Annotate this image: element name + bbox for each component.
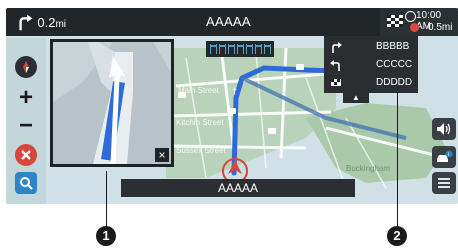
distance-remaining-icon	[410, 23, 419, 32]
cancel-route-button[interactable]	[15, 144, 37, 166]
turn-list-item-label: BBBBB	[376, 41, 410, 52]
lane-icon	[263, 44, 271, 54]
search-button[interactable]	[15, 172, 37, 194]
zoom-in-button[interactable]: +	[15, 86, 37, 110]
turn-list-item-label: DDDDD	[376, 77, 413, 88]
turn-right-icon	[19, 14, 33, 31]
lane-guidance	[206, 41, 274, 57]
callout-marker: 2	[387, 226, 407, 246]
destination-flag-icon	[387, 15, 403, 27]
callout-leader-line	[106, 171, 107, 228]
plus-icon: +	[18, 84, 33, 111]
destination-flag-icon	[331, 79, 341, 86]
compass-button[interactable]	[15, 56, 37, 78]
next-turn[interactable]: 0.2mi	[6, 8, 66, 36]
navigation-screen: † Main Street Kitchin Street Sussex Stre…	[6, 8, 458, 204]
zoom-out-button[interactable]: −	[15, 114, 37, 138]
junction-illustration	[53, 42, 171, 164]
lane-icon	[227, 44, 235, 54]
map-label-street-a: Main Street	[178, 86, 219, 95]
car-info-icon: i	[437, 150, 453, 162]
callout-marker: 1	[96, 226, 116, 246]
eta-distance: 0.5mi	[428, 22, 453, 33]
lane-icon	[218, 44, 226, 54]
map-label-street-c: Sussex Street	[176, 146, 226, 155]
search-icon	[20, 177, 33, 190]
svg-text:†: †	[232, 86, 237, 96]
turn-list-item[interactable]: BBBBB	[324, 38, 418, 56]
voice-volume-button[interactable]	[432, 118, 456, 140]
lane-icon	[209, 44, 217, 54]
map-label-street-b: Kitchin Street	[176, 118, 224, 127]
turn-list-item-label: CCCCC	[376, 59, 413, 70]
turn-list-item[interactable]: CCCCC	[324, 56, 418, 74]
clock-icon	[405, 11, 416, 22]
current-street-bar: AAAAA	[121, 179, 355, 197]
svg-text:i: i	[448, 152, 449, 158]
traffic-info-button[interactable]: i	[432, 146, 456, 168]
turn-list-item[interactable]: DDDDD	[324, 74, 418, 92]
compass-icon	[23, 61, 29, 73]
callout-leader-line	[397, 92, 398, 226]
lane-icon	[245, 44, 253, 54]
next-turn-distance: 0.2mi	[37, 14, 66, 30]
menu-icon	[438, 178, 450, 188]
next-street-name: AAAAA	[206, 14, 251, 29]
turn-left-icon	[330, 60, 340, 71]
lane-icon	[236, 44, 244, 54]
minus-icon: −	[18, 112, 33, 139]
turn-list-collapse-button[interactable]: ▲	[343, 93, 369, 103]
eta-panel[interactable]: 10:00 AM 0.5mi	[380, 8, 458, 36]
menu-button[interactable]	[432, 172, 456, 194]
close-icon	[21, 150, 31, 160]
turn-list[interactable]: BBBBB CCCCC DDDDD	[324, 36, 418, 93]
turn-right-icon	[332, 42, 342, 53]
guidance-top-bar: 0.2mi AAAAA 10:00 AM 0.5mi	[6, 8, 458, 36]
lane-icon	[254, 44, 262, 54]
junction-view: ×	[50, 39, 174, 167]
speaker-icon	[437, 123, 451, 135]
junction-close-button[interactable]: ×	[155, 148, 169, 162]
map-label-park: Buckingham	[346, 164, 391, 173]
